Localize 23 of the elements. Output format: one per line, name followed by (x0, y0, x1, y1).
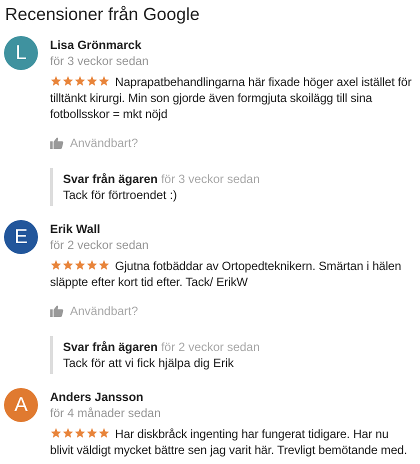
reply-time: för 2 veckor sedan (161, 340, 260, 354)
reply-text: Tack för förtroendet :) (63, 187, 178, 203)
review-time: för 4 månader sedan (50, 405, 162, 421)
thumbs-up-icon[interactable] (50, 305, 64, 317)
reply-label: Svar från ägaren (63, 172, 158, 186)
helpful-link[interactable]: Användbart? (70, 304, 138, 318)
reply-time: för 3 veckor sedan (161, 172, 260, 186)
reviewer-name: Anders Jansson (50, 390, 144, 405)
reviewer-name: Erik Wall (50, 222, 102, 237)
reviewer-name: Lisa Grönmarck (50, 38, 142, 53)
review-text: Har diskbråck ingenting har fungerat tidigare. Har nu blivit väldigt mycket bättre sen jag varit här. Trevligt bemötande med. (50, 427, 408, 457)
review-text: Naprapatbehandlingarna här fixade höger axel istället för tilltänkt kirurgi. Min son gjorde även formgjuta skoilägg till sina fotbollsskor = mkt nöjd (50, 75, 412, 121)
review-time: för 3 veckor sedan (50, 53, 150, 69)
avatar: A (4, 388, 38, 422)
review-time: för 2 veckor sedan (50, 237, 150, 253)
thumbs-up-icon[interactable] (50, 137, 64, 149)
helpful-link[interactable]: Användbart? (70, 136, 138, 150)
reply-label: Svar från ägaren (63, 340, 158, 354)
section-title: Recensioner från Google (5, 4, 201, 25)
reply-text: Tack för att vi fick hjälpa dig Erik (63, 355, 235, 371)
review-text: Gjutna fotbäddar av Ortopedteknikern. Smärtan i hälen släppte efter kort tid efter. Tack/ ErikW (50, 259, 402, 289)
avatar: L (4, 36, 38, 70)
avatar: E (4, 220, 38, 254)
